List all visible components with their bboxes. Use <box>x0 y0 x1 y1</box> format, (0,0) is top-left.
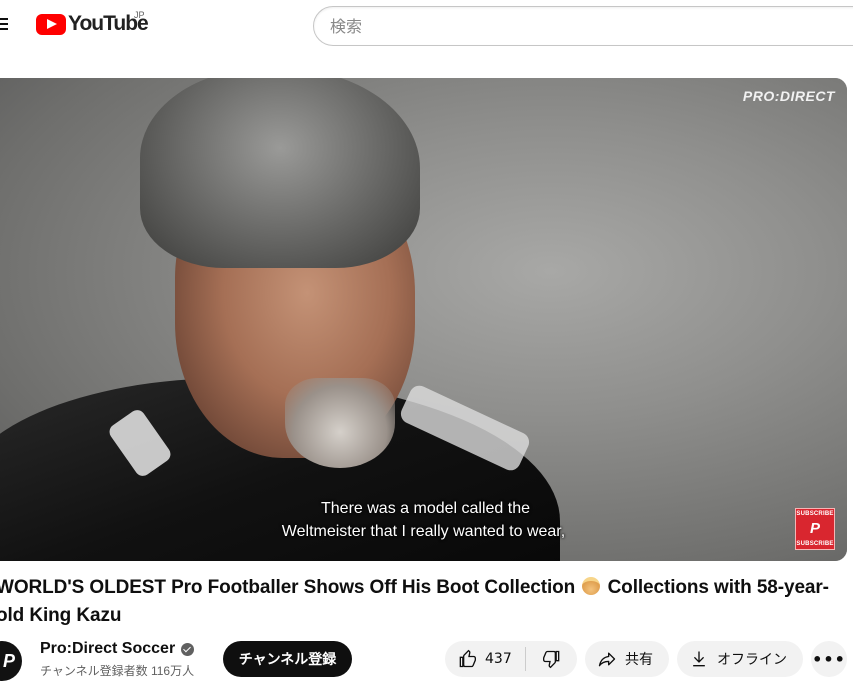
verified-check-icon <box>181 642 195 656</box>
thumbs-up-icon <box>459 649 476 668</box>
subtitles: There was a model called the Weltmeister… <box>0 497 847 543</box>
menu-icon[interactable] <box>0 17 10 31</box>
share-button[interactable]: 共有 <box>585 641 669 677</box>
subtitle-line: Weltmeister that I really wanted to wear… <box>281 523 566 540</box>
video-title: WORLD'S OLDEST Pro Footballer Shows Off … <box>0 574 853 630</box>
channel-name-link[interactable]: Pro:Direct Soccer <box>40 640 195 658</box>
youtube-play-icon <box>36 13 66 35</box>
channel-name[interactable]: Pro:Direct Soccer <box>40 640 175 658</box>
youtube-logo[interactable]: YouTube JP <box>36 10 149 36</box>
old-man-emoji-icon <box>582 577 601 595</box>
video-player[interactable]: PRO:DIRECT There was a model called the … <box>0 78 847 561</box>
channel-watermark: PRO:DIRECT <box>742 88 835 104</box>
badge-logo-mark: P <box>809 520 820 537</box>
avatar-letter: P <box>2 650 15 671</box>
subtitle-line: There was a model called the <box>321 500 530 517</box>
thumbs-down-icon <box>542 650 559 669</box>
search-input[interactable] <box>314 7 853 45</box>
share-label: 共有 <box>625 652 653 668</box>
badge-text-top: SUBSCRIBE <box>796 511 834 517</box>
share-arrow-icon <box>598 652 616 667</box>
badge-text-bottom: SUBSCRIBE <box>796 541 834 547</box>
offline-label: オフライン <box>717 652 787 668</box>
subscribe-button[interactable]: チャンネル登録 <box>223 641 352 677</box>
more-actions-button[interactable]: ••• <box>811 641 847 677</box>
dislike-button[interactable] <box>526 641 577 677</box>
channel-avatar[interactable]: P <box>0 641 22 681</box>
more-dots-icon: ••• <box>812 649 846 669</box>
subscriber-count: チャンネル登録者数 116万人 <box>40 664 195 678</box>
search-box[interactable] <box>313 6 853 46</box>
title-text: WORLD'S OLDEST Pro Footballer Shows Off … <box>0 577 576 598</box>
like-button[interactable]: 437 <box>445 641 525 677</box>
download-icon <box>693 651 705 667</box>
region-code: JP <box>134 10 145 20</box>
video-figure-beard <box>285 378 395 468</box>
like-count: 437 <box>485 651 512 667</box>
offline-download-button[interactable]: オフライン <box>677 641 803 677</box>
video-figure-hair <box>140 78 420 268</box>
subscribe-watermark-badge[interactable]: SUBSCRIBE P SUBSCRIBE <box>795 508 835 550</box>
like-dislike-group: 437 <box>445 641 577 677</box>
